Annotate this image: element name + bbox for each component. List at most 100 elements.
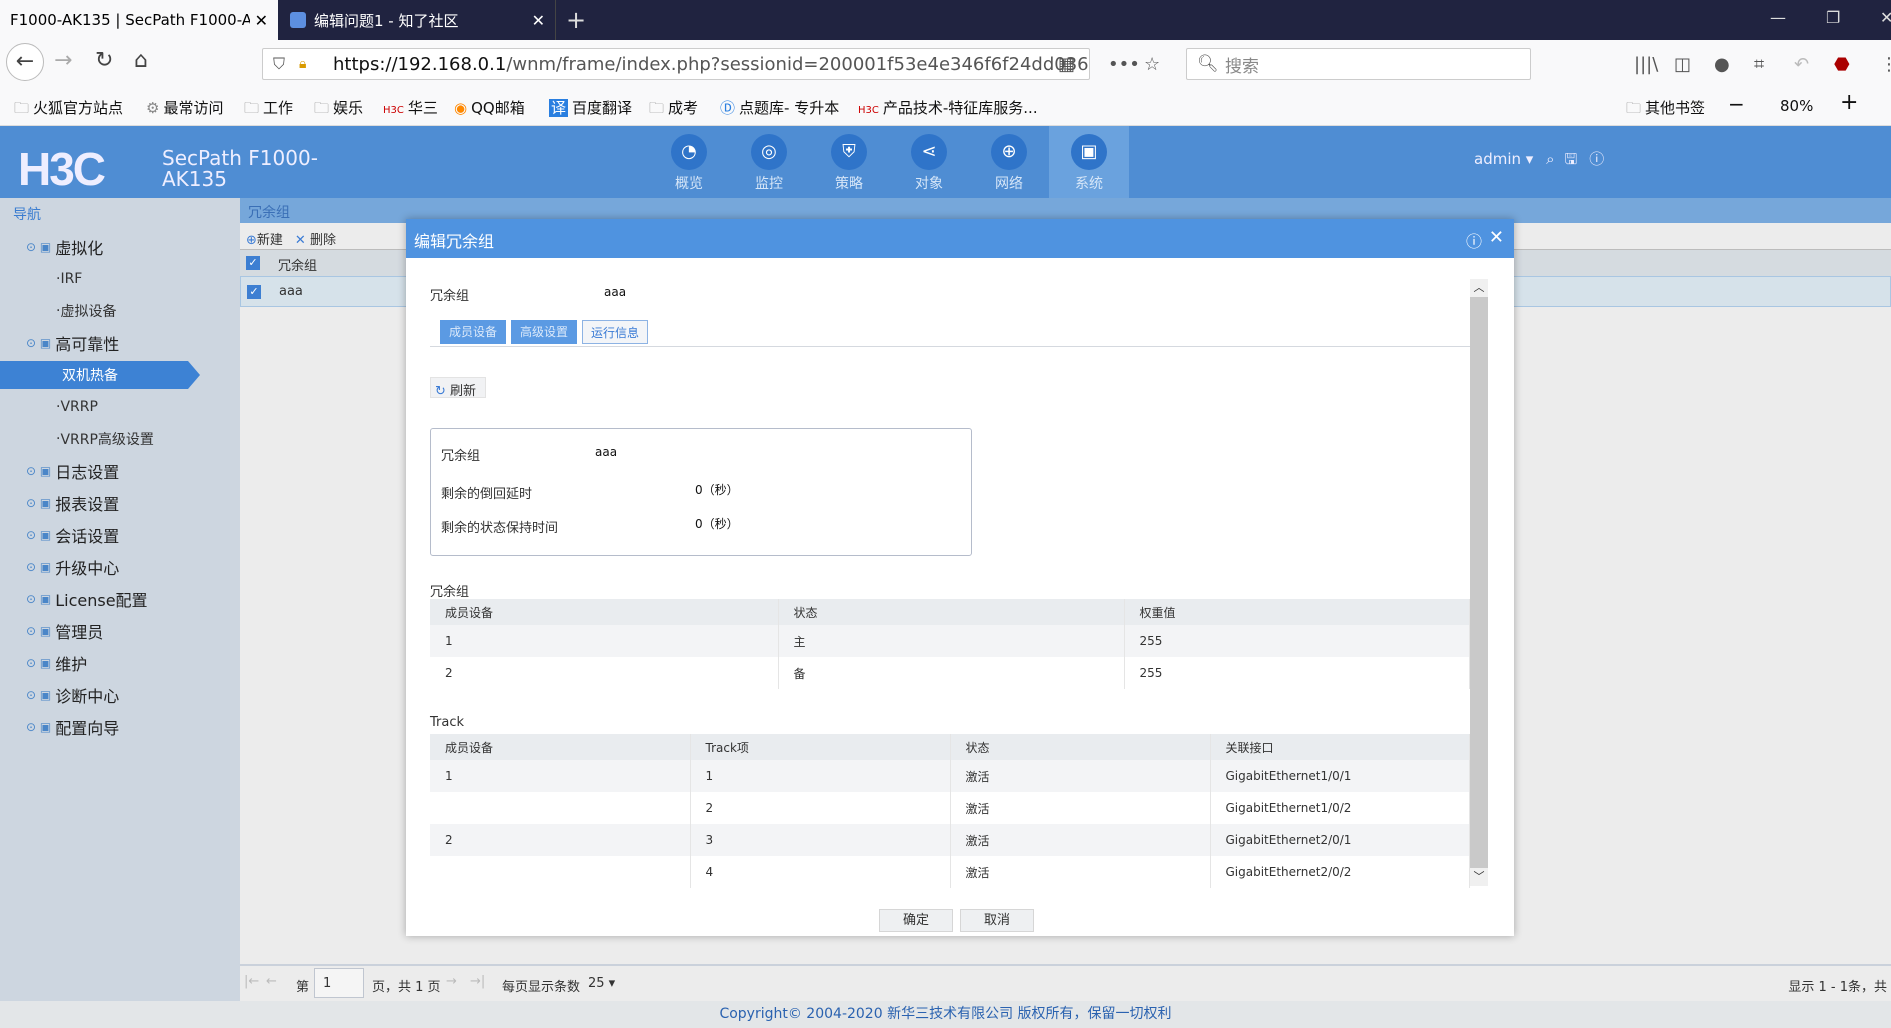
url-bar[interactable]: ⛉ 🔒︎ https://192.168.0.1/wnm/frame/index.p… — [262, 48, 1090, 80]
sidebar-item[interactable]: ⊙ ▣ 维护 — [0, 649, 240, 677]
zoom-out-icon[interactable]: − — [1728, 92, 1745, 116]
bookmark[interactable]: Ⓓ 点题库- 专升本 — [720, 97, 839, 118]
forward-icon[interactable]: → — [54, 48, 72, 73]
sidebar-item-label: License配置 — [55, 591, 148, 610]
sidebar-item-label: 配置向导 — [55, 719, 120, 738]
close-tab-icon[interactable]: ✕ — [532, 11, 545, 30]
sidebar-item[interactable]: 双机热备 — [0, 361, 200, 389]
sidebar-item[interactable]: ⊙ ▣ License配置 — [0, 585, 240, 613]
more-actions-icon[interactable]: ••• — [1108, 54, 1140, 75]
menu-label: 概览 — [675, 176, 703, 192]
sidebar-item[interactable]: ⊙ ▣ 管理员 — [0, 617, 240, 645]
last-page-icon[interactable]: →| — [470, 974, 485, 989]
first-page-icon[interactable]: |← — [244, 974, 259, 989]
tab-advanced[interactable]: 高级设置 — [511, 320, 577, 344]
browser-tab[interactable]: 编辑问题1 - 知了社区 ✕ — [280, 0, 556, 40]
bookmark[interactable]: ⚙ 最常访问 — [146, 97, 223, 118]
ublock-icon[interactable]: ⬣ — [1834, 54, 1850, 75]
bookmark[interactable]: H3C 产品技术-特征库服务... — [858, 97, 1038, 118]
ok-button[interactable]: 确定 — [879, 909, 953, 932]
bookmark[interactable]: ◉ QQ邮箱 — [454, 97, 525, 118]
expand-icon: ⊙ ▣ — [26, 720, 52, 734]
browser-tab-active[interactable]: F1000-AK135 | SecPath F1000-AK135 ✕ — [0, 0, 278, 40]
bookmark[interactable]: 译百度翻译 — [549, 97, 632, 118]
bookmark[interactable]: 🗀 工作 — [244, 97, 293, 123]
minimize-icon[interactable]: — — [1770, 8, 1786, 27]
tab-members[interactable]: 成员设备 — [440, 320, 506, 344]
account-icon[interactable]: ● — [1714, 54, 1730, 75]
column-header: 状态 — [950, 734, 1211, 760]
dialog-scrollbar[interactable]: ︿ ﹀ — [1470, 279, 1488, 886]
menu-icon[interactable]: ⋮ — [1880, 54, 1891, 75]
menu-policy[interactable]: ⛨ 策略 — [809, 134, 889, 193]
info-label: 剩余的倒回延时 — [441, 487, 533, 502]
scroll-up-icon[interactable]: ︿ — [1470, 279, 1488, 297]
save-icon[interactable]: 🖫︎ — [1564, 150, 1577, 168]
bookmark[interactable]: H3C 华三 — [383, 97, 438, 118]
sidebar-item[interactable]: · IRF — [0, 265, 240, 293]
back-icon[interactable]: ← — [6, 43, 44, 81]
per-page-select[interactable]: 25 ▾ — [588, 976, 615, 991]
select-all-checkbox[interactable]: ✓ — [246, 256, 260, 270]
menu-system[interactable]: ▣ 系统 — [1049, 126, 1129, 198]
refresh-button[interactable]: ↻ 刷新 — [430, 377, 486, 399]
home-icon[interactable]: ⌂ — [134, 48, 148, 73]
menu-network[interactable]: ⊕ 网络 — [969, 134, 1049, 193]
bookmark-label: 华三 — [407, 99, 438, 117]
library-icon[interactable]: |||\ — [1634, 54, 1658, 75]
menu-monitor[interactable]: ◎ 监控 — [729, 134, 809, 193]
help-icon[interactable]: ⓘ — [1466, 228, 1482, 252]
row-checkbox[interactable]: ✓ — [247, 285, 261, 299]
sidebar-item[interactable]: ⊙ ▣ 升级中心 — [0, 553, 240, 581]
other-bookmarks[interactable]: 🗀 其他书签 — [1626, 97, 1705, 123]
browser-tab-bar: F1000-AK135 | SecPath F1000-AK135 ✕ 编辑问题1… — [0, 0, 1891, 40]
sidebar-item[interactable]: · VRRP高级设置 — [0, 425, 240, 453]
new-tab-icon[interactable]: + — [566, 6, 586, 34]
next-page-icon[interactable]: → — [446, 974, 457, 989]
bookmark[interactable]: 🗀 成考 — [649, 97, 698, 123]
bookmark-star-icon[interactable]: ☆ — [1144, 54, 1160, 75]
reload-icon[interactable]: ↻ — [95, 48, 113, 73]
qr-code-icon[interactable]: ▦ — [1058, 54, 1075, 75]
bookmark[interactable]: 🗀 娱乐 — [314, 97, 363, 123]
sidebar-item[interactable]: ⊙ ▣ 报表设置 — [0, 489, 240, 517]
sidebar-item[interactable]: ⊙ ▣ 高可靠性 — [0, 329, 240, 357]
new-button[interactable]: ⊕新建 — [246, 233, 283, 248]
sidebar-item[interactable]: ⊙ ▣ 虚拟化 — [0, 233, 240, 261]
close-window-icon[interactable]: ✕ — [1880, 8, 1891, 27]
crop-icon[interactable]: ⌗ — [1754, 54, 1764, 75]
delete-button[interactable]: ✕ 删除 — [295, 233, 336, 248]
cell — [430, 792, 691, 824]
sidebar-icon[interactable]: ◫ — [1674, 54, 1691, 75]
close-icon[interactable]: ✕ — [1489, 227, 1504, 248]
sidebar-item[interactable]: ⊙ ▣ 日志设置 — [0, 457, 240, 485]
menu-overview[interactable]: ◔ 概览 — [649, 134, 729, 193]
sidebar-item[interactable]: ⊙ ▣ 会话设置 — [0, 521, 240, 549]
user-menu[interactable]: admin — [1474, 150, 1521, 168]
zoom-level[interactable]: 80% — [1780, 97, 1813, 115]
restore-icon[interactable]: ❐ — [1826, 8, 1840, 27]
sidebar-item[interactable]: ⊙ ▣ 配置向导 — [0, 713, 240, 741]
tab-runtime-info[interactable]: 运行信息 — [582, 320, 648, 344]
zoom-in-icon[interactable]: + — [1840, 90, 1858, 115]
chevron-down-icon[interactable]: ▾ — [1521, 150, 1538, 168]
expand-icon: ⊙ ▣ — [26, 560, 52, 574]
menu-label: 对象 — [915, 176, 943, 192]
close-tab-icon[interactable]: ✕ — [255, 11, 268, 30]
undo-icon[interactable]: ↶ — [1794, 54, 1809, 75]
cancel-button[interactable]: 取消 — [960, 909, 1034, 932]
search-icon[interactable]: ⌕ — [1546, 150, 1554, 168]
sidebar-item[interactable]: · VRRP — [0, 393, 240, 421]
prev-page-icon[interactable]: ← — [266, 974, 277, 989]
menu-label: 系统 — [1075, 176, 1103, 192]
sidebar-item[interactable]: ⊙ ▣ 诊断中心 — [0, 681, 240, 709]
menu-object[interactable]: ⋖ 对象 — [889, 134, 969, 193]
sidebar-item[interactable]: · 虚拟设备 — [0, 297, 240, 325]
help-icon[interactable]: ⓘ — [1589, 150, 1604, 168]
search-input[interactable]: 🔍︎ 搜索 — [1186, 48, 1531, 80]
expand-icon: ⊙ ▣ — [26, 624, 52, 638]
page-input[interactable]: 1 — [314, 968, 364, 998]
bookmark[interactable]: 🗀 火狐官方站点 — [14, 97, 123, 123]
scroll-down-icon[interactable]: ﹀ — [1470, 868, 1488, 886]
url-path: /wnm/frame/index.php?sessionid=200001f53… — [506, 53, 1089, 75]
